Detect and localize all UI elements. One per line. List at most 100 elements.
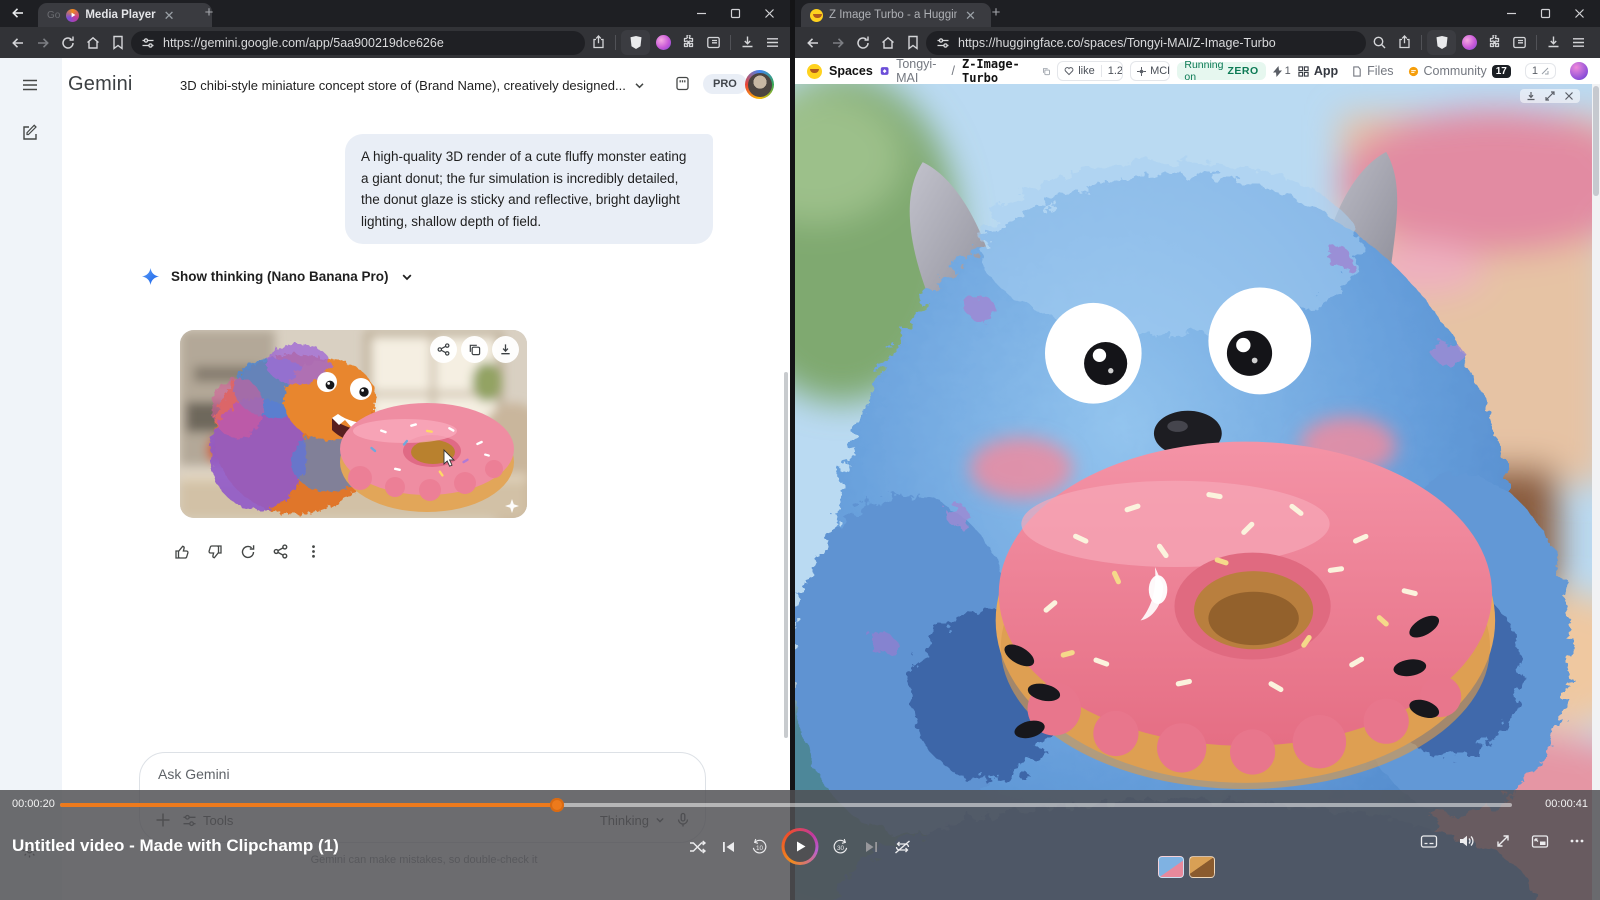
repo-name-link[interactable]: Z-Image-Turbo [962,58,1035,85]
mcp-badge[interactable]: MCP [1130,61,1170,81]
previous-track-icon[interactable] [720,838,738,856]
volume-icon[interactable] [1457,832,1475,850]
search-icon[interactable] [1368,31,1391,54]
share-icon[interactable] [587,31,610,54]
site-settings-icon[interactable] [141,36,155,50]
captions-icon[interactable] [1420,832,1438,850]
archive-icon[interactable] [674,75,691,92]
copy-repo-icon[interactable] [1042,66,1051,77]
regenerate-icon[interactable] [236,540,260,564]
mini-close-icon[interactable] [1564,91,1574,101]
spaces-link[interactable]: Spaces [829,64,873,78]
browser-menu-icon[interactable] [1567,31,1590,54]
new-chat-icon[interactable] [21,124,39,142]
maximize-button[interactable] [718,0,752,26]
bookmark-icon[interactable] [901,31,924,54]
address-bar[interactable]: https://huggingface.co/spaces/Tongyi-MAI… [926,31,1366,55]
new-tab-button[interactable]: + [987,4,1005,21]
thumbs-up-icon[interactable] [170,540,194,564]
new-tab-button[interactable]: + [200,4,218,21]
account-avatar[interactable] [745,70,774,99]
back-icon[interactable] [801,31,824,54]
tab-media-player[interactable]: Go Media Player ✕ [38,3,212,27]
gallery-thumbnail[interactable] [1158,856,1184,878]
owner-link[interactable]: Tongyi-MAI [896,58,944,85]
more-options-icon[interactable] [1568,832,1586,850]
close-button[interactable] [1562,0,1596,26]
minimize-button[interactable] [1494,0,1528,26]
tab-files[interactable]: Files [1352,64,1393,78]
right-browser-window: Z Image Turbo - a Hugging Face ✕ + https… [795,0,1600,900]
repeat-off-icon[interactable] [894,838,912,856]
downloads-icon[interactable] [1542,31,1565,54]
page-scrollbar[interactable] [1592,84,1600,900]
shuffle-icon[interactable] [689,838,707,856]
bookmark-icon[interactable] [106,31,129,54]
community-count-badge: 17 [1492,65,1511,78]
brave-shield-icon[interactable] [621,30,650,55]
show-thinking-toggle[interactable]: Show thinking (Nano Banana Pro) [142,268,413,285]
status-prefix: Running on [1184,59,1223,83]
site-settings-icon[interactable] [936,36,950,50]
mini-download-icon[interactable] [1526,91,1536,101]
tab-community[interactable]: Community 17 [1408,64,1511,78]
reload-icon[interactable] [851,31,874,54]
mini-player-icon[interactable] [1531,832,1549,850]
reader-mode-icon[interactable] [1508,31,1531,54]
menu-hamburger-icon[interactable] [21,76,39,94]
forward-icon[interactable] [826,31,849,54]
browser-menu-icon[interactable] [761,31,784,54]
rewind-10-icon[interactable]: 10 [751,838,769,856]
tab-z-image-turbo[interactable]: Z Image Turbo - a Hugging Face ✕ [801,3,991,27]
fullscreen-icon[interactable] [1494,832,1512,850]
downloads-icon[interactable] [736,31,759,54]
close-button[interactable] [752,0,786,26]
reload-icon[interactable] [56,31,79,54]
reader-mode-icon[interactable] [702,31,725,54]
ask-gemini-input[interactable] [156,765,520,783]
running-status-badge[interactable]: Running on ZERO [1177,62,1265,80]
tab-close-icon[interactable]: ✕ [963,9,976,22]
tab-close-icon[interactable]: ✕ [162,9,175,22]
extensions-puzzle-icon[interactable] [1483,31,1506,54]
tab-app[interactable]: App [1298,64,1338,78]
gallery-thumbnail[interactable] [1189,856,1215,878]
assistant-extension-icon[interactable] [1458,31,1481,54]
home-icon[interactable] [81,31,104,54]
seek-bar[interactable] [60,803,1512,807]
gemini-sidebar [0,58,62,900]
home-icon[interactable] [876,31,899,54]
boost-indicator[interactable]: 1 [1273,65,1291,77]
minimize-button[interactable] [684,0,718,26]
like-button[interactable]: like 1.23k [1057,61,1123,81]
image-copy-icon[interactable] [461,336,488,363]
brave-shield-icon[interactable] [1427,30,1456,55]
image-download-icon[interactable] [492,336,519,363]
left-toolbar: https://gemini.google.com/app/5aa900219d… [0,27,790,58]
window-counter-chip[interactable]: 1 [1525,63,1556,79]
titlebar-back-icon[interactable] [10,5,26,21]
play-button[interactable] [782,828,819,865]
address-bar[interactable]: https://gemini.google.com/app/5aa900219d… [131,31,585,55]
next-track-icon[interactable] [863,838,881,856]
assistant-extension-icon[interactable] [652,31,675,54]
huggingface-logo-icon[interactable] [807,64,822,79]
gemini-scrollbar[interactable] [784,372,788,738]
conversation-title-dropdown[interactable]: 3D chibi-style miniature concept store o… [180,78,680,93]
share-response-icon[interactable] [269,540,293,564]
mini-expand-icon[interactable] [1545,91,1555,101]
extensions-puzzle-icon[interactable] [677,31,700,54]
thumbs-down-icon[interactable] [203,540,227,564]
share-icon[interactable] [1393,31,1416,54]
scrollbar-thumb[interactable] [1593,86,1599,196]
current-time: 00:00:20 [12,798,55,810]
z-image-output[interactable] [795,84,1592,900]
image-share-icon[interactable] [430,336,457,363]
more-options-icon[interactable] [302,540,326,564]
seek-handle[interactable] [550,798,564,812]
forward-icon[interactable] [31,31,54,54]
maximize-button[interactable] [1528,0,1562,26]
user-avatar[interactable] [1570,62,1588,80]
back-icon[interactable] [6,31,29,54]
forward-30-icon[interactable]: 30 [832,838,850,856]
